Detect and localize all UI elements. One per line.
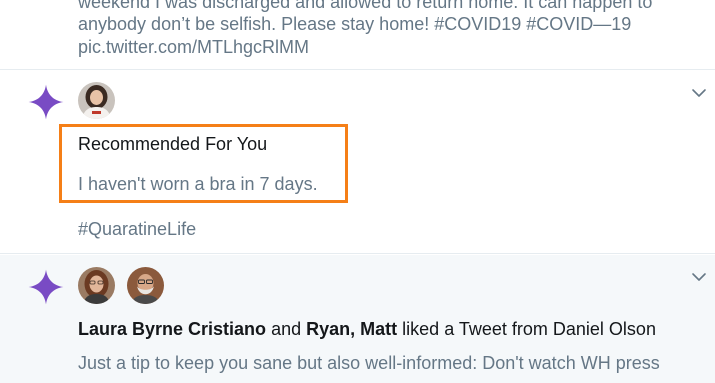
user-name-link[interactable]: Ryan, Matt	[306, 319, 397, 339]
avatar[interactable]	[78, 267, 115, 304]
liked-tweet-text[interactable]: Just a tip to keep you sane but also wel…	[78, 351, 660, 375]
avatar[interactable]	[127, 267, 164, 304]
chevron-down-icon[interactable]	[691, 269, 707, 285]
action-text: liked a Tweet from Daniel Olson	[402, 319, 656, 339]
avatar[interactable]	[78, 82, 115, 119]
tweet-link[interactable]: pic.twitter.com/MTLhgcRlMM	[78, 36, 309, 58]
liked-notification[interactable]: Laura Byrne Cristiano and Ryan, Matt lik…	[0, 255, 715, 383]
sparkle-icon	[28, 84, 64, 120]
notifications-feed: weekend I was discharged and allowed to …	[0, 0, 715, 383]
chevron-down-icon[interactable]	[691, 85, 707, 101]
sparkle-icon	[28, 269, 64, 305]
user-name-link[interactable]: Laura Byrne Cristiano	[78, 319, 266, 339]
tweet-text-line: anybody don’t be selfish. Please stay ho…	[78, 14, 632, 34]
highlight-annotation-box	[59, 124, 348, 203]
recommended-notification[interactable]: Recommended For You I haven't worn a bra…	[0, 71, 715, 254]
liked-summary: Laura Byrne Cristiano and Ryan, Matt lik…	[78, 318, 656, 340]
hashtag-link[interactable]: #QuaratineLife	[78, 218, 196, 240]
tweet-text-line: weekend I was discharged and allowed to …	[78, 0, 653, 12]
connector-text: and	[271, 319, 302, 339]
tweet-notification-partial[interactable]: weekend I was discharged and allowed to …	[0, 0, 715, 70]
